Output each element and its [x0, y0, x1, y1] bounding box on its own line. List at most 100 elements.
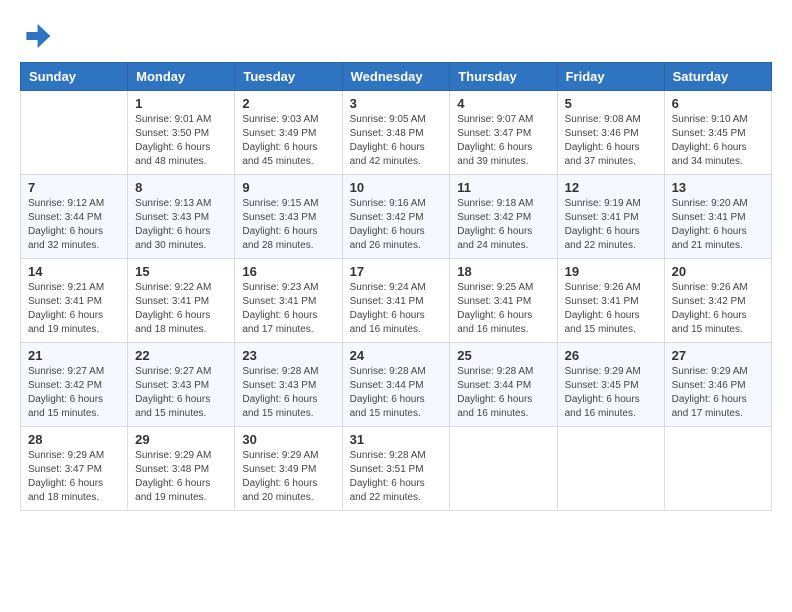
calendar-header-row: SundayMondayTuesdayWednesdayThursdayFrid… — [21, 63, 772, 91]
day-info: Sunrise: 9:29 AMSunset: 3:47 PMDaylight:… — [28, 449, 120, 505]
day-info: Sunrise: 9:29 AMSunset: 3:49 PMDaylight:… — [242, 449, 334, 505]
day-number: 31 — [350, 432, 443, 447]
day-header-tuesday: Tuesday — [235, 63, 342, 91]
day-number: 4 — [457, 96, 549, 111]
calendar-cell: 24 Sunrise: 9:28 AMSunset: 3:44 PMDayligh… — [342, 343, 450, 427]
day-number: 9 — [242, 180, 334, 195]
day-info: Sunrise: 9:25 AMSunset: 3:41 PMDaylight:… — [457, 281, 549, 337]
day-number: 25 — [457, 348, 549, 363]
day-info: Sunrise: 9:26 AMSunset: 3:41 PMDaylight:… — [565, 281, 657, 337]
day-info: Sunrise: 9:08 AMSunset: 3:46 PMDaylight:… — [565, 113, 657, 169]
logo-icon — [20, 20, 52, 52]
day-number: 14 — [28, 264, 120, 279]
calendar-cell: 8 Sunrise: 9:13 AMSunset: 3:43 PMDaylight… — [128, 175, 235, 259]
day-info: Sunrise: 9:23 AMSunset: 3:41 PMDaylight:… — [242, 281, 334, 337]
day-info: Sunrise: 9:29 AMSunset: 3:46 PMDaylight:… — [672, 365, 764, 421]
day-info: Sunrise: 9:12 AMSunset: 3:44 PMDaylight:… — [28, 197, 120, 253]
calendar-cell: 29 Sunrise: 9:29 AMSunset: 3:48 PMDayligh… — [128, 427, 235, 511]
day-info: Sunrise: 9:15 AMSunset: 3:43 PMDaylight:… — [242, 197, 334, 253]
day-number: 30 — [242, 432, 334, 447]
calendar-cell: 6 Sunrise: 9:10 AMSunset: 3:45 PMDaylight… — [664, 91, 771, 175]
day-number: 2 — [242, 96, 334, 111]
day-info: Sunrise: 9:28 AMSunset: 3:44 PMDaylight:… — [350, 365, 443, 421]
day-number: 27 — [672, 348, 764, 363]
page-header — [20, 20, 772, 52]
calendar-cell: 14 Sunrise: 9:21 AMSunset: 3:41 PMDayligh… — [21, 259, 128, 343]
day-number: 5 — [565, 96, 657, 111]
day-info: Sunrise: 9:13 AMSunset: 3:43 PMDaylight:… — [135, 197, 227, 253]
calendar-cell: 26Sunrise: 9:29 AMSunset: 3:45 PMDayligh… — [557, 343, 664, 427]
day-info: Sunrise: 9:29 AMSunset: 3:48 PMDaylight:… — [135, 449, 227, 505]
day-info: Sunrise: 9:07 AMSunset: 3:47 PMDaylight:… — [457, 113, 549, 169]
day-number: 7 — [28, 180, 120, 195]
day-number: 1 — [135, 96, 227, 111]
day-info: Sunrise: 9:18 AMSunset: 3:42 PMDaylight:… — [457, 197, 549, 253]
day-number: 24 — [350, 348, 443, 363]
calendar-cell — [450, 427, 557, 511]
calendar-cell: 18 Sunrise: 9:25 AMSunset: 3:41 PMDayligh… — [450, 259, 557, 343]
day-number: 11 — [457, 180, 549, 195]
day-number: 28 — [28, 432, 120, 447]
day-number: 16 — [242, 264, 334, 279]
day-info: Sunrise: 9:27 AMSunset: 3:42 PMDaylight:… — [28, 365, 120, 421]
calendar-cell: 23 Sunrise: 9:28 AMSunset: 3:43 PMDayligh… — [235, 343, 342, 427]
day-number: 6 — [672, 96, 764, 111]
day-number: 21 — [28, 348, 120, 363]
calendar-week-2: 7 Sunrise: 9:12 AMSunset: 3:44 PMDaylight… — [21, 175, 772, 259]
calendar-week-4: 21 Sunrise: 9:27 AMSunset: 3:42 PMDayligh… — [21, 343, 772, 427]
day-info: Sunrise: 9:28 AMSunset: 3:51 PMDaylight:… — [350, 449, 443, 505]
calendar-cell: 13 Sunrise: 9:20 AMSunset: 3:41 PMDayligh… — [664, 175, 771, 259]
day-info: Sunrise: 9:28 AMSunset: 3:44 PMDaylight:… — [457, 365, 549, 421]
day-number: 12 — [565, 180, 657, 195]
calendar-cell: 11 Sunrise: 9:18 AMSunset: 3:42 PMDayligh… — [450, 175, 557, 259]
calendar-cell: 17Sunrise: 9:24 AMSunset: 3:41 PMDayligh… — [342, 259, 450, 343]
day-header-saturday: Saturday — [664, 63, 771, 91]
calendar-cell: 2 Sunrise: 9:03 AMSunset: 3:49 PMDaylight… — [235, 91, 342, 175]
calendar-cell: 28 Sunrise: 9:29 AMSunset: 3:47 PMDayligh… — [21, 427, 128, 511]
day-number: 17 — [350, 264, 443, 279]
day-number: 20 — [672, 264, 764, 279]
logo — [20, 20, 56, 52]
day-header-friday: Friday — [557, 63, 664, 91]
day-header-wednesday: Wednesday — [342, 63, 450, 91]
calendar-week-5: 28 Sunrise: 9:29 AMSunset: 3:47 PMDayligh… — [21, 427, 772, 511]
calendar-cell: 21 Sunrise: 9:27 AMSunset: 3:42 PMDayligh… — [21, 343, 128, 427]
day-number: 13 — [672, 180, 764, 195]
day-number: 3 — [350, 96, 443, 111]
day-info: Sunrise: 9:20 AMSunset: 3:41 PMDaylight:… — [672, 197, 764, 253]
calendar-cell: 25 Sunrise: 9:28 AMSunset: 3:44 PMDayligh… — [450, 343, 557, 427]
day-header-sunday: Sunday — [21, 63, 128, 91]
day-number: 19 — [565, 264, 657, 279]
day-info: Sunrise: 9:26 AMSunset: 3:42 PMDaylight:… — [672, 281, 764, 337]
calendar-cell: 4 Sunrise: 9:07 AMSunset: 3:47 PMDaylight… — [450, 91, 557, 175]
calendar-cell: 15Sunrise: 9:22 AMSunset: 3:41 PMDayligh… — [128, 259, 235, 343]
day-info: Sunrise: 9:19 AMSunset: 3:41 PMDaylight:… — [565, 197, 657, 253]
day-number: 15 — [135, 264, 227, 279]
day-info: Sunrise: 9:16 AMSunset: 3:42 PMDaylight:… — [350, 197, 443, 253]
calendar-cell: 16 Sunrise: 9:23 AMSunset: 3:41 PMDayligh… — [235, 259, 342, 343]
day-number: 23 — [242, 348, 334, 363]
calendar-cell: 31 Sunrise: 9:28 AMSunset: 3:51 PMDayligh… — [342, 427, 450, 511]
day-number: 18 — [457, 264, 549, 279]
calendar-cell: 3 Sunrise: 9:05 AMSunset: 3:48 PMDaylight… — [342, 91, 450, 175]
day-number: 26 — [565, 348, 657, 363]
calendar-cell: 9 Sunrise: 9:15 AMSunset: 3:43 PMDaylight… — [235, 175, 342, 259]
calendar-cell: 10Sunrise: 9:16 AMSunset: 3:42 PMDayligh… — [342, 175, 450, 259]
calendar-cell — [21, 91, 128, 175]
day-info: Sunrise: 9:10 AMSunset: 3:45 PMDaylight:… — [672, 113, 764, 169]
calendar-cell: 7 Sunrise: 9:12 AMSunset: 3:44 PMDaylight… — [21, 175, 128, 259]
calendar-cell: 19 Sunrise: 9:26 AMSunset: 3:41 PMDayligh… — [557, 259, 664, 343]
day-info: Sunrise: 9:03 AMSunset: 3:49 PMDaylight:… — [242, 113, 334, 169]
calendar-cell: 27 Sunrise: 9:29 AMSunset: 3:46 PMDayligh… — [664, 343, 771, 427]
day-number: 29 — [135, 432, 227, 447]
calendar-cell: 30 Sunrise: 9:29 AMSunset: 3:49 PMDayligh… — [235, 427, 342, 511]
calendar-cell: 5 Sunrise: 9:08 AMSunset: 3:46 PMDaylight… — [557, 91, 664, 175]
calendar-cell — [557, 427, 664, 511]
day-info: Sunrise: 9:05 AMSunset: 3:48 PMDaylight:… — [350, 113, 443, 169]
calendar-week-3: 14 Sunrise: 9:21 AMSunset: 3:41 PMDayligh… — [21, 259, 772, 343]
calendar-cell: 12 Sunrise: 9:19 AMSunset: 3:41 PMDayligh… — [557, 175, 664, 259]
day-info: Sunrise: 9:21 AMSunset: 3:41 PMDaylight:… — [28, 281, 120, 337]
day-number: 8 — [135, 180, 227, 195]
calendar-cell — [664, 427, 771, 511]
day-info: Sunrise: 9:28 AMSunset: 3:43 PMDaylight:… — [242, 365, 334, 421]
